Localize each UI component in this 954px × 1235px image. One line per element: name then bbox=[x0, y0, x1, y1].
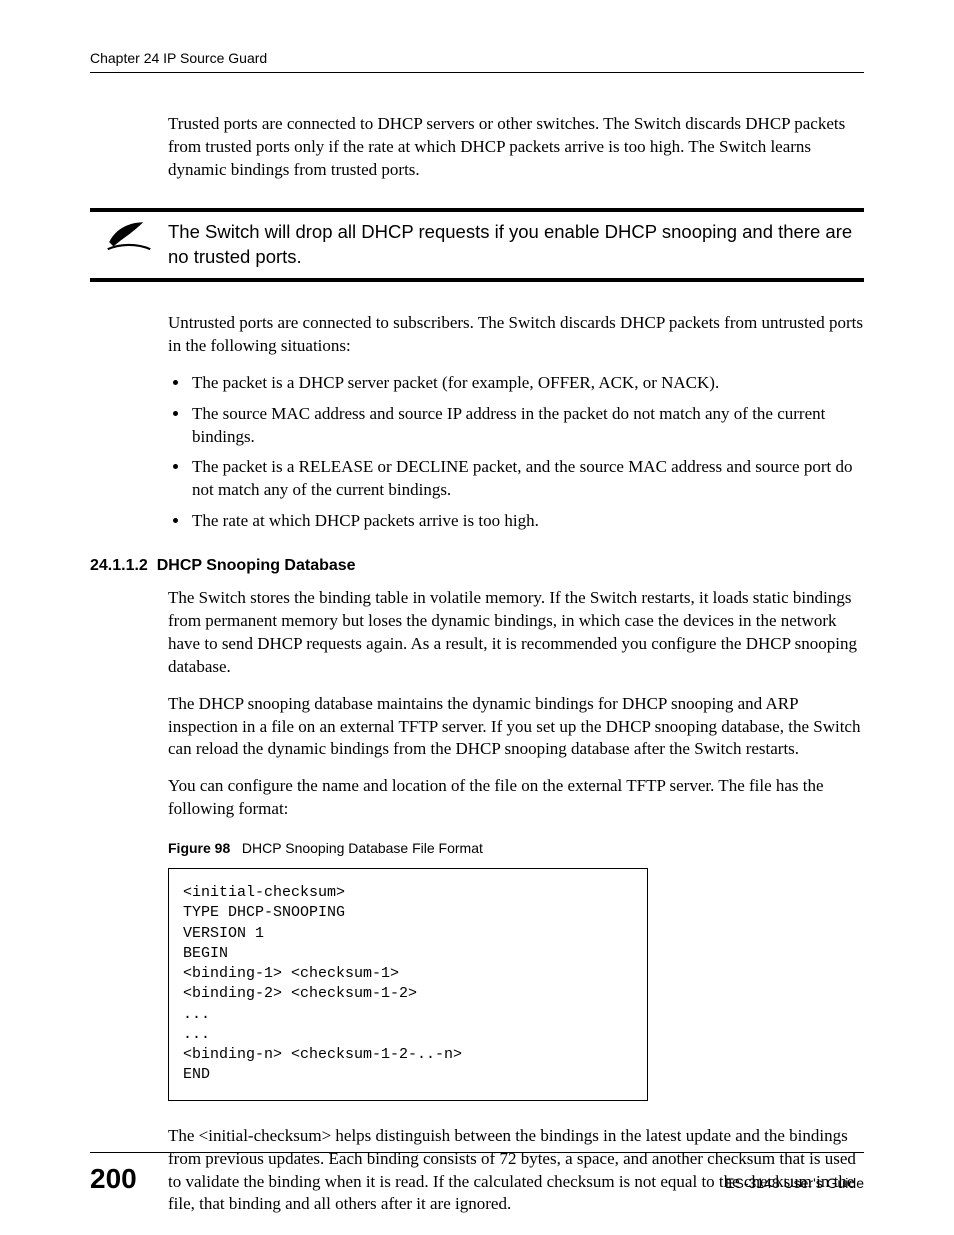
body-content: Trusted ports are connected to DHCP serv… bbox=[168, 113, 864, 1216]
note-block: The Switch will drop all DHCP requests i… bbox=[168, 208, 864, 282]
note-bottom-bar bbox=[90, 278, 864, 282]
paragraph-db-1: The Switch stores the binding table in v… bbox=[168, 587, 864, 679]
paragraph-trusted-ports: Trusted ports are connected to DHCP serv… bbox=[168, 113, 864, 182]
note-icon bbox=[90, 212, 168, 252]
figure-caption-text: DHCP Snooping Database File Format bbox=[242, 840, 483, 856]
page: Chapter 24 IP Source Guard Trusted ports… bbox=[0, 0, 954, 1235]
situation-item: The packet is a DHCP server packet (for … bbox=[190, 372, 864, 395]
note-text: The Switch will drop all DHCP requests i… bbox=[168, 212, 864, 278]
paragraph-db-3: You can configure the name and location … bbox=[168, 775, 864, 821]
code-box: <initial-checksum> TYPE DHCP-SNOOPING VE… bbox=[168, 868, 648, 1101]
paragraph-untrusted-intro: Untrusted ports are connected to subscri… bbox=[168, 312, 864, 358]
situations-list: The packet is a DHCP server packet (for … bbox=[168, 372, 864, 534]
figure-label: Figure 98 bbox=[168, 840, 230, 856]
situation-item: The source MAC address and source IP add… bbox=[190, 403, 864, 449]
section-heading: 24.1.1.2 DHCP Snooping Database bbox=[90, 555, 864, 577]
pen-note-icon bbox=[106, 218, 152, 252]
page-footer: 200 ES-3148 User's Guide bbox=[90, 1152, 864, 1195]
footer-guide-title: ES-3148 User's Guide bbox=[725, 1175, 864, 1191]
situation-item: The rate at which DHCP packets arrive is… bbox=[190, 510, 864, 533]
section-number: 24.1.1.2 bbox=[90, 557, 148, 574]
situation-item: The packet is a RELEASE or DECLINE packe… bbox=[190, 456, 864, 502]
note-row: The Switch will drop all DHCP requests i… bbox=[168, 212, 864, 278]
running-header: Chapter 24 IP Source Guard bbox=[90, 50, 864, 73]
paragraph-db-2: The DHCP snooping database maintains the… bbox=[168, 693, 864, 762]
page-number: 200 bbox=[90, 1163, 137, 1195]
figure-caption: Figure 98 DHCP Snooping Database File Fo… bbox=[168, 839, 864, 858]
section-title: DHCP Snooping Database bbox=[157, 557, 356, 574]
running-header-text: Chapter 24 IP Source Guard bbox=[90, 50, 267, 66]
